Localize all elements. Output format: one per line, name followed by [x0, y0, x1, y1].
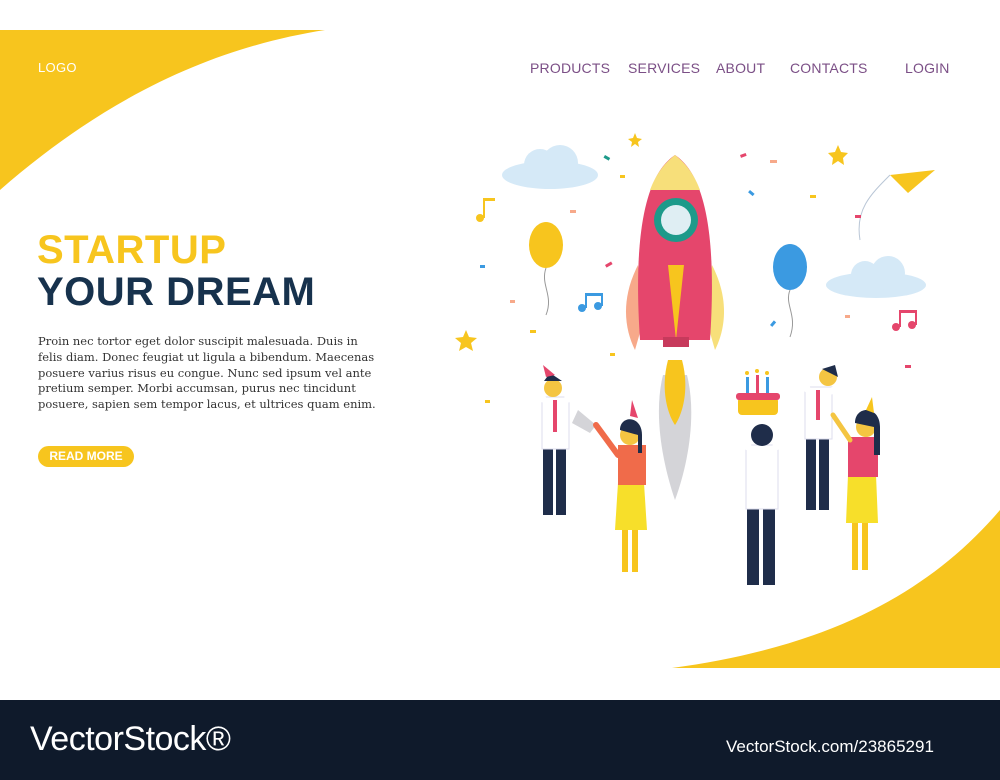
startup-celebration-illustration	[455, 133, 935, 585]
top-left-swoosh	[0, 30, 325, 190]
main-nav: PRODUCTS SERVICES ABOUT CONTACTS LOGIN	[0, 60, 1000, 78]
hero-title-line1: STARTUP	[37, 228, 227, 272]
watermark-logo: VectorStock®	[30, 720, 231, 758]
birthday-cake-icon	[736, 369, 780, 415]
hero-body-text: Proin nec tortor eget dolor suscipit mal…	[38, 334, 376, 412]
cloud-icon	[826, 256, 926, 298]
music-note-icon	[578, 293, 603, 312]
nav-services[interactable]: SERVICES	[628, 60, 700, 76]
nav-contacts[interactable]: CONTACTS	[790, 60, 868, 76]
read-more-button[interactable]: READ MORE	[38, 446, 134, 467]
person-woman-megaphone	[572, 400, 647, 572]
person-woman-right	[830, 397, 880, 570]
cloud-icon	[502, 145, 598, 189]
balloon-icon	[773, 244, 807, 338]
rocket-exhaust	[658, 360, 692, 500]
landing-page: LOGO PRODUCTS SERVICES ABOUT CONTACTS LO…	[0, 0, 1000, 780]
paper-plane-icon	[858, 170, 935, 241]
person-man-cake	[736, 369, 782, 585]
balloon-icon	[529, 222, 563, 316]
nav-login[interactable]: LOGIN	[905, 60, 950, 76]
music-note-icon	[892, 310, 917, 331]
person-man-left	[514, 354, 572, 515]
watermark-id: VectorStock.com/23865291	[726, 737, 934, 756]
music-note-icon	[476, 198, 495, 222]
megaphone-icon	[572, 410, 621, 458]
hero-title-line2: YOUR DREAM	[37, 270, 316, 314]
nav-about[interactable]: ABOUT	[716, 60, 765, 76]
rocket-icon	[625, 155, 725, 350]
nav-products[interactable]: PRODUCTS	[530, 60, 610, 76]
